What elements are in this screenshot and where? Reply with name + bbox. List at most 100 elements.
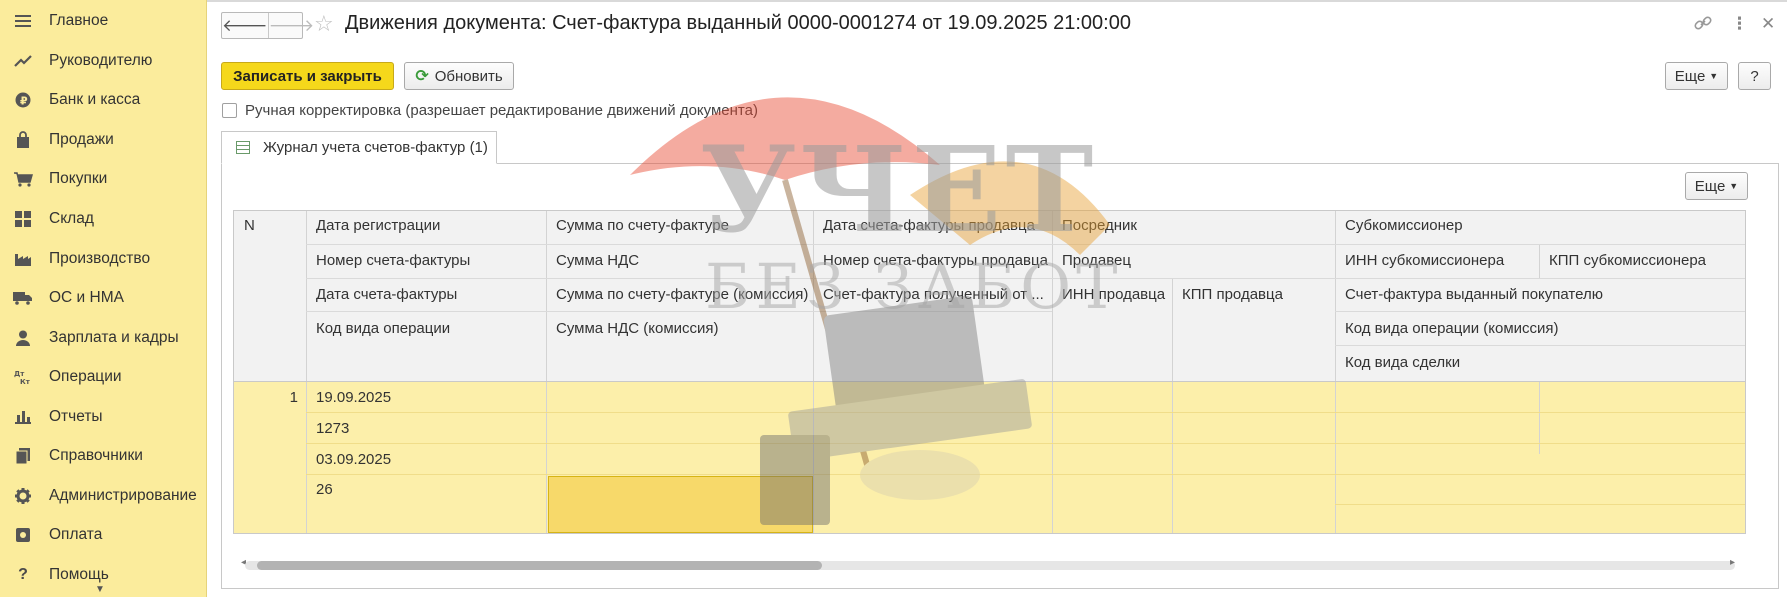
save-and-close-label: Записать и закрыть [233,67,382,85]
col-header-invoice-sum[interactable]: Сумма по счету-фактуре [546,217,813,234]
cell-n[interactable]: 1 [234,389,298,406]
scroll-right-icon[interactable]: ▸ [1730,557,1735,568]
cart-icon [12,168,34,190]
save-and-close-button[interactable]: Записать и закрыть [221,62,394,90]
menu-icon [12,10,34,32]
sidebar: Главное Руководителю ₽ Банк и касса Прод… [0,0,207,597]
manual-edit-row: Ручная корректировка (разрешает редактир… [222,102,758,119]
sidebar-item-label: Продажи [49,131,114,148]
sidebar-item-label: Операции [49,368,122,385]
col-header-operation-code-commission[interactable]: Код вида операции (комиссия) [1335,320,1745,337]
sidebar-item-label: Администрирование [49,487,197,504]
col-header-seller-inn[interactable]: ИНН продавца [1052,286,1172,303]
cell-invoice-date[interactable]: 03.09.2025 [306,451,546,468]
selected-cell[interactable] [548,476,813,533]
payment-icon [12,524,34,546]
sidebar-item-label: Главное [49,12,109,29]
trend-icon [12,50,34,72]
back-button[interactable]: 🡐 [222,13,268,38]
more-button[interactable]: Еще ▼ [1665,62,1728,90]
col-header-seller-kpp[interactable]: КПП продавца [1172,286,1335,303]
sidebar-item-assets[interactable]: ОС и НМА [0,279,206,317]
cell-reg-date[interactable]: 19.09.2025 [306,389,546,406]
sidebar-item-bank[interactable]: ₽ Банк и касса [0,81,206,119]
more-vertical-icon[interactable]: ⋮ [1731,14,1748,34]
sidebar-item-catalogs[interactable]: Справочники [0,437,206,475]
bar-chart-icon [12,406,34,428]
refresh-icon: ⟳ [415,68,429,85]
sidebar-item-purchases[interactable]: Покупки [0,160,206,198]
horizontal-scrollbar[interactable] [245,561,1735,570]
cell-operation-code[interactable]: 26 [306,481,546,498]
col-header-deal-code[interactable]: Код вида сделки [1335,354,1745,371]
scroll-down-icon[interactable]: ▼ [95,584,105,595]
col-header-subcommissioner-kpp[interactable]: КПП субкомиссионера [1539,252,1745,269]
manual-edit-checkbox[interactable] [222,103,237,118]
grid-icon [12,208,34,230]
factory-icon [12,248,34,270]
sidebar-item-label: Банк и касса [49,91,141,108]
help-button[interactable]: ? [1738,62,1771,90]
sidebar-item-label: ОС и НМА [49,289,124,306]
col-header-invoice-sum-commission[interactable]: Сумма по счету-фактуре (комиссия) [546,286,813,303]
sidebar-item-reports[interactable]: Отчеты [0,398,206,436]
sidebar-item-operations[interactable]: Дт Кт Операции [0,358,206,396]
table-icon [236,141,250,154]
tab-invoice-journal[interactable]: Журнал учета счетов-фактур (1) [221,131,497,164]
sidebar-item-administration[interactable]: Администрирование [0,477,206,515]
sidebar-item-label: Руководителю [49,52,153,69]
sidebar-item-payroll[interactable]: Зарплата и кадры [0,319,206,357]
sidebar-item-sales[interactable]: Продажи [0,121,206,159]
col-header-vat-sum-commission[interactable]: Сумма НДС (комиссия) [546,320,813,337]
col-header-vat-sum[interactable]: Сумма НДС [546,252,813,269]
dt-kt-icon: Дт Кт [12,366,34,388]
more-label: Еще [1674,67,1706,85]
chevron-down-icon: ▼ [1709,71,1719,81]
col-header-n[interactable]: N [234,217,255,234]
records-table: N Дата регистрации Номер счета-фактуры Д… [233,210,1746,534]
sidebar-item-label: Зарплата и кадры [49,329,179,346]
scrollbar-thumb[interactable] [257,561,822,570]
tab-label: Журнал учета счетов-фактур (1) [263,139,488,156]
col-header-invoice-date[interactable]: Дата счета-фактуры [306,286,546,303]
sidebar-item-payment[interactable]: Оплата [0,516,206,554]
col-header-subcommissioner[interactable]: Субкомиссионер [1335,217,1745,234]
forward-button[interactable]: 🡒 [267,13,314,38]
svg-text:Кт: Кт [20,378,31,385]
help-label: ? [1750,67,1759,85]
chevron-down-icon: ▼ [1729,181,1739,191]
col-header-operation-code[interactable]: Код вида операции [306,320,546,337]
col-header-intermediary[interactable]: Посредник [1052,217,1335,234]
sidebar-item-label: Справочники [49,447,143,464]
favorite-star-icon[interactable]: ☆ [314,11,334,37]
close-icon[interactable]: ✕ [1761,14,1775,34]
sidebar-item-production[interactable]: Производство [0,240,206,278]
col-header-issued-invoice[interactable]: Счет-фактура выданный покупателю [1335,286,1745,303]
col-header-seller[interactable]: Продавец [1052,252,1335,269]
sidebar-item-director[interactable]: Руководителю [0,42,206,80]
question-icon: ? [18,566,28,583]
sidebar-item-label: Помощь [49,566,109,583]
sidebar-item-main[interactable]: Главное [0,2,206,40]
sidebar-item-warehouse[interactable]: Склад [0,200,206,238]
sidebar-item-label: Оплата [49,526,103,543]
refresh-label: Обновить [434,67,503,85]
col-header-reg-date[interactable]: Дата регистрации [306,217,546,234]
svg-text:₽: ₽ [20,95,28,108]
col-header-seller-invoice-number[interactable]: Номер счета-фактуры продавца [813,252,1052,269]
table-more-button[interactable]: Еще ▼ [1685,172,1748,200]
gear-icon [12,485,34,507]
cell-invoice-number[interactable]: 1273 [306,420,546,437]
ruble-icon: ₽ [12,89,34,111]
page-title: Движения документа: Счет-фактура выданны… [345,12,1131,34]
col-header-invoice-number[interactable]: Номер счета-фактуры [306,252,546,269]
sidebar-item-label: Покупки [49,170,108,187]
sidebar-item-label: Производство [49,250,151,267]
manual-edit-label[interactable]: Ручная корректировка (разрешает редактир… [245,102,758,119]
col-header-seller-invoice-date[interactable]: Дата счета-фактуры продавца [813,217,1052,234]
navigation-buttons: 🡐 🡒 [221,12,314,39]
refresh-button[interactable]: ⟳ Обновить [404,62,514,90]
link-icon[interactable] [1694,14,1712,37]
col-header-subcommissioner-inn[interactable]: ИНН субкомиссионера [1335,252,1539,269]
col-header-received-invoice[interactable]: Счет-фактура полученный от ... [813,286,1048,303]
